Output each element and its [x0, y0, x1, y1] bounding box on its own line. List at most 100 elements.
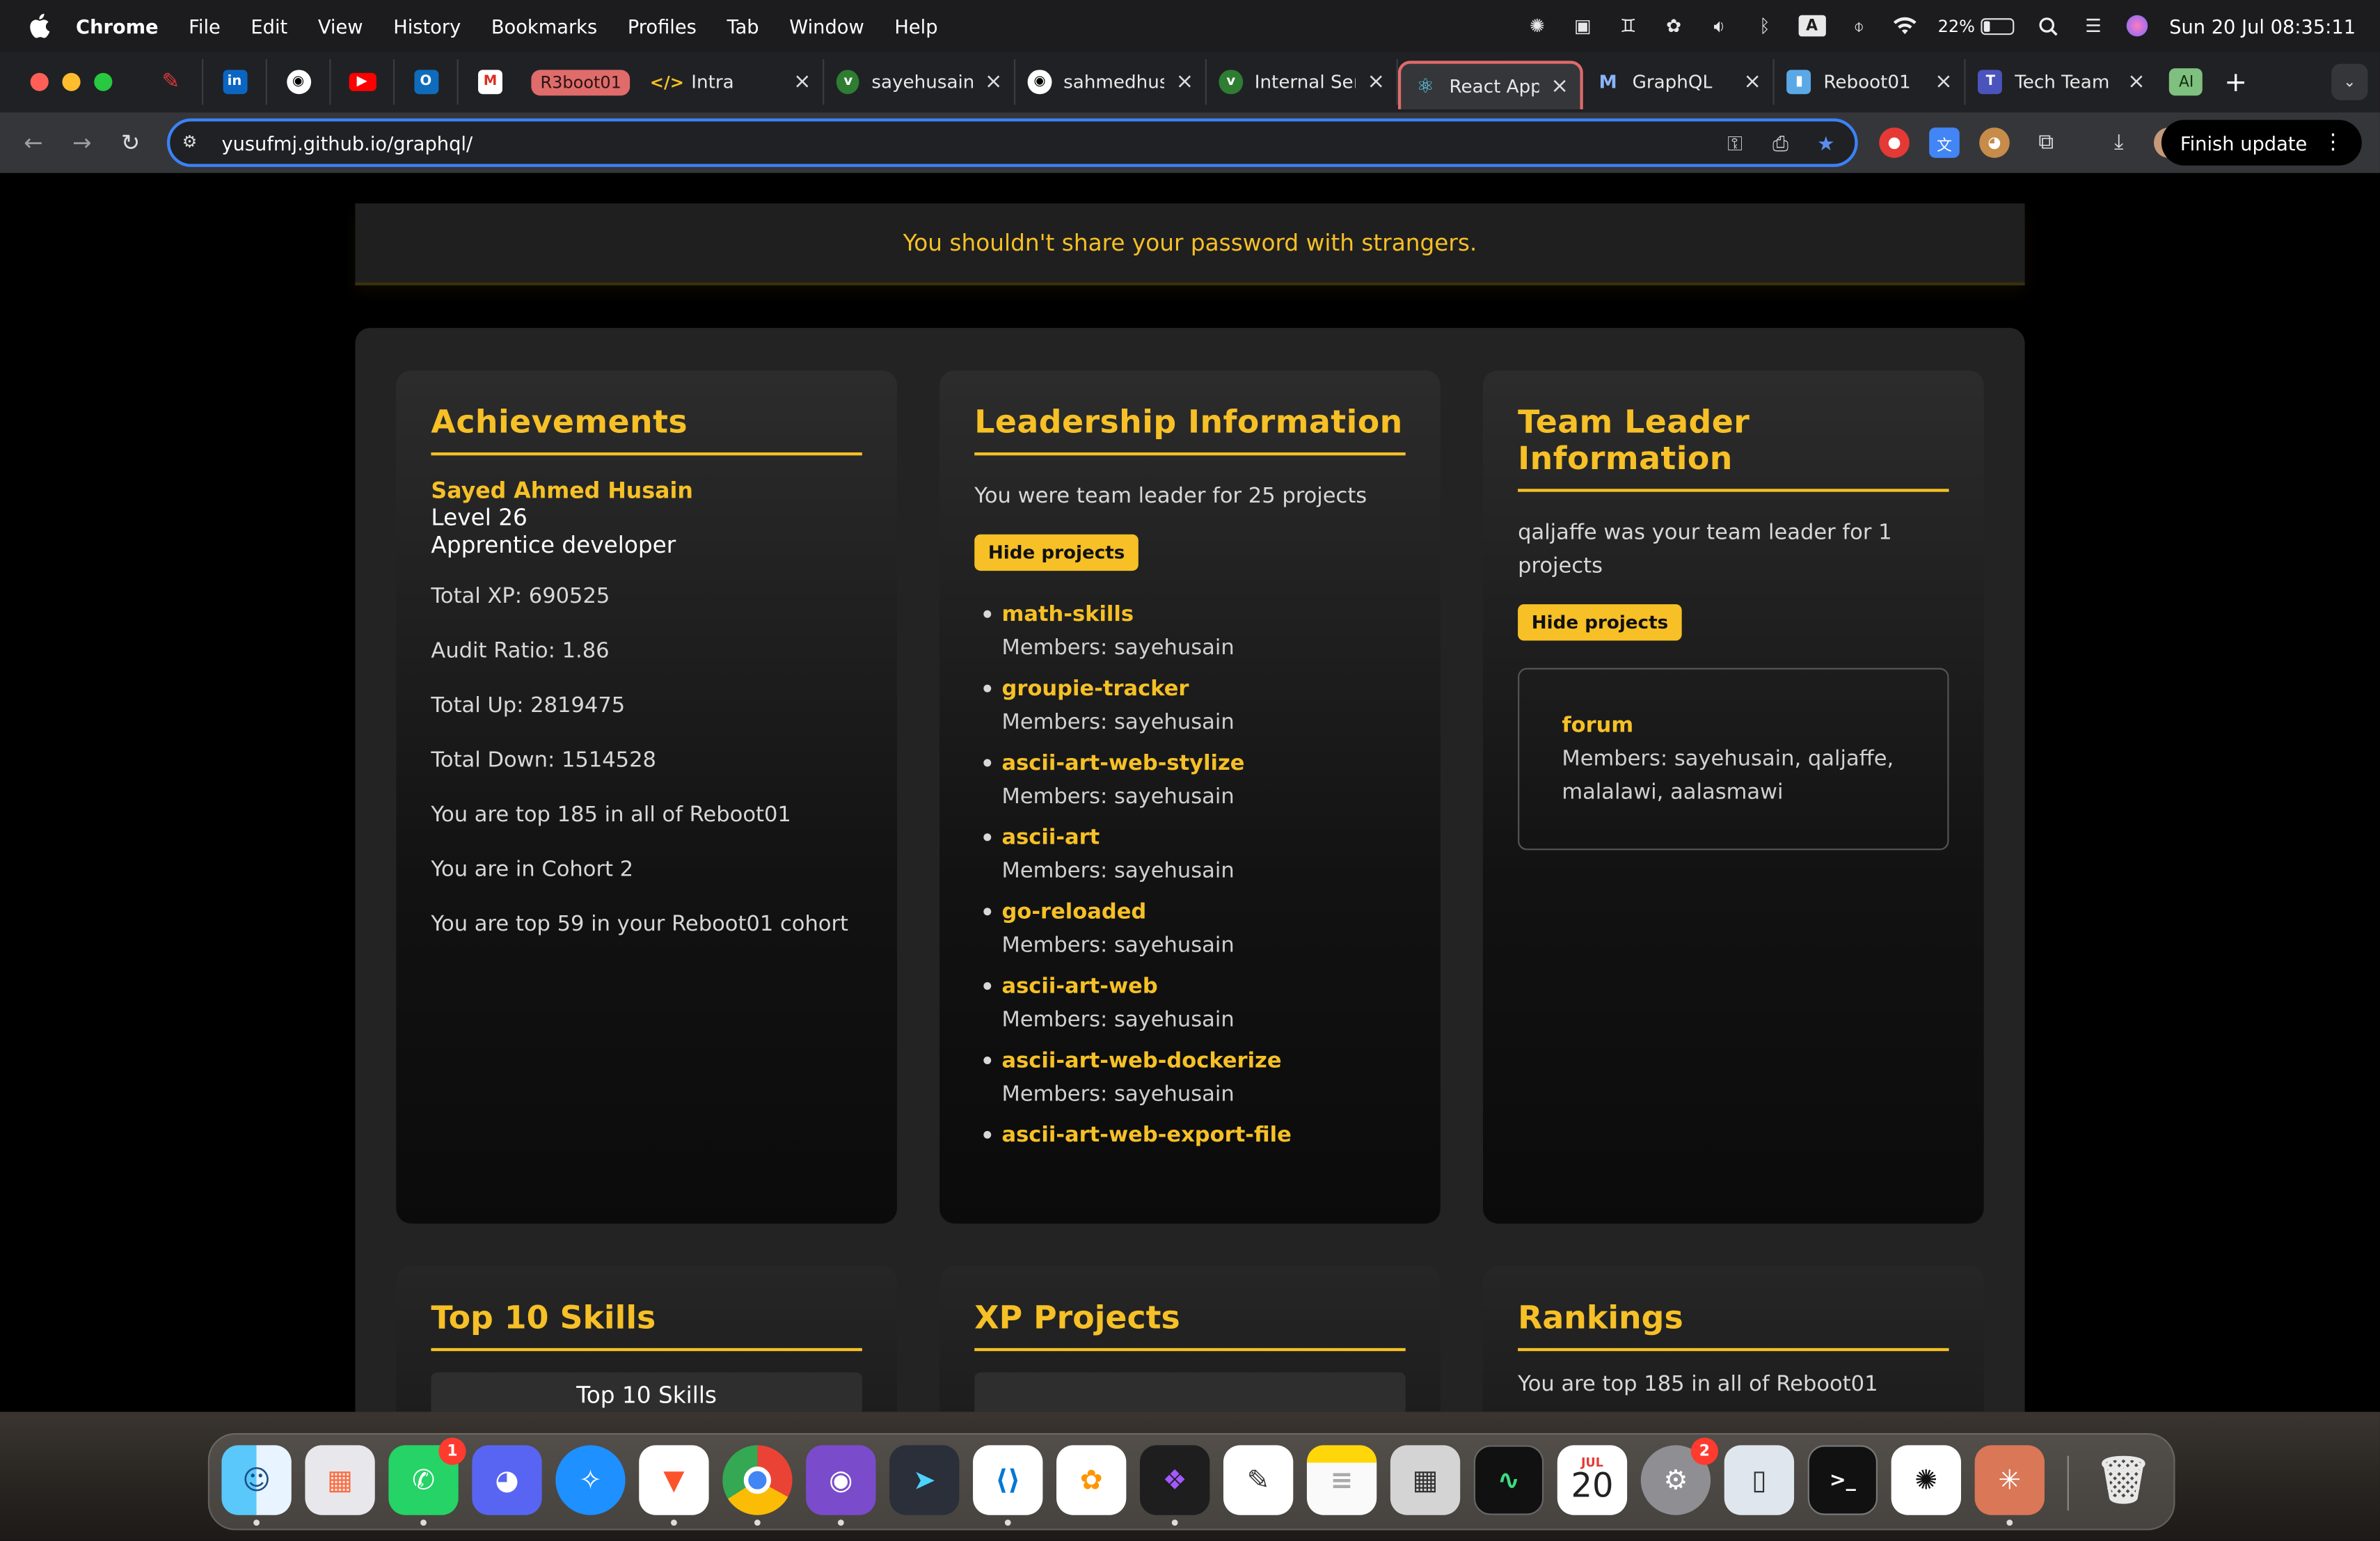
menu-tab[interactable]: Tab — [727, 15, 759, 38]
figma-icon[interactable]: ❖ — [1140, 1445, 1210, 1526]
brave-icon[interactable]: ▼ — [639, 1445, 709, 1526]
tab-sahmedhus[interactable]: ◉ sahmedhus × — [1016, 59, 1207, 105]
top-skills-card: Top 10 Skills Top 10 Skills — [396, 1266, 898, 1412]
list-item: groupie-tracker Members: sayehusain — [983, 672, 1405, 739]
input-source-icon[interactable]: A — [1798, 15, 1826, 37]
close-tab-icon[interactable]: × — [1367, 70, 1385, 94]
menu-window[interactable]: Window — [789, 15, 864, 38]
freeform-icon[interactable]: ✎ — [1223, 1445, 1294, 1515]
tab-internal-ser[interactable]: v Internal Ser × — [1207, 59, 1399, 105]
cookie-icon[interactable]: ◕ — [1979, 127, 2010, 158]
prompt-icon[interactable]: ➤ — [889, 1445, 960, 1515]
site-info-icon[interactable]: ⚙ — [182, 132, 204, 154]
activity-monitor-icon[interactable]: ∿ — [1473, 1445, 1544, 1515]
tab-react-app[interactable]: ⚛ React App × — [1398, 61, 1584, 110]
finish-update-button[interactable]: Finish update ⋮ — [2161, 120, 2362, 166]
siri-icon[interactable] — [2127, 15, 2148, 37]
discord-icon[interactable]: ◕ — [472, 1445, 542, 1515]
reload-icon[interactable]: ↻ — [116, 127, 146, 158]
chrome-icon[interactable] — [722, 1445, 793, 1526]
download-icon[interactable]: ⤓ — [2104, 127, 2134, 158]
ai-tab-group[interactable]: AI — [2169, 68, 2203, 96]
terminal-icon[interactable]: >_ — [1807, 1445, 1878, 1515]
pinned-tab-pen[interactable]: ✎ — [140, 59, 204, 105]
close-tab-icon[interactable]: × — [985, 70, 1003, 94]
github-icon: ◉ — [286, 70, 311, 95]
close-tab-icon[interactable]: × — [1935, 70, 1953, 94]
key-icon[interactable]: ⚿ — [1721, 131, 1748, 158]
close-tab-icon[interactable]: × — [1550, 74, 1569, 99]
clock[interactable]: Sun 20 Jul 08:35:11 — [2169, 15, 2356, 38]
install-app-icon[interactable]: ⎙ — [1767, 131, 1794, 158]
bluetooth-icon[interactable]: ᛒ — [1753, 15, 1777, 37]
openai-menubar-icon[interactable]: ✿ — [1662, 15, 1686, 37]
drive-icon[interactable]: ▣ — [1571, 15, 1595, 37]
menu-app-name[interactable]: Chrome — [76, 15, 158, 38]
menu-view[interactable]: View — [318, 15, 363, 38]
safari-icon[interactable]: ✧ — [555, 1445, 626, 1515]
simulator-icon[interactable]: ▯ — [1724, 1445, 1795, 1515]
tab-tech-team[interactable]: T Tech Team × — [1966, 59, 2157, 104]
tab-group-label[interactable]: R3boot01 — [531, 69, 631, 95]
project-members: Members: sayehusain, qaljaffe, malalawi,… — [1562, 747, 1894, 805]
chatgpt-icon[interactable]: ✺ — [1891, 1445, 1961, 1515]
volume-icon[interactable]: 🔉︎ — [1707, 15, 1731, 37]
system-settings-icon[interactable]: ⚙ 2 — [1640, 1437, 1719, 1515]
menu-profiles[interactable]: Profiles — [628, 15, 697, 38]
pinned-tab-outlook[interactable]: O — [395, 59, 459, 105]
claude-icon[interactable]: ✳ — [1974, 1445, 2045, 1526]
menu-edit[interactable]: Edit — [251, 15, 287, 38]
launchpad-icon[interactable]: ▦ — [305, 1445, 375, 1515]
battery-indicator[interactable]: 22% — [1938, 16, 2015, 35]
menu-history[interactable]: History — [393, 15, 461, 38]
notes-icon[interactable]: ≡ — [1306, 1445, 1377, 1515]
close-tab-icon[interactable]: × — [2127, 70, 2145, 94]
minimize-window-button[interactable] — [62, 72, 81, 91]
hide-projects-button[interactable]: Hide projects — [974, 534, 1139, 571]
airpods-icon[interactable]: ♊ — [1616, 15, 1640, 37]
pinned-tab-youtube[interactable]: ▶ — [331, 59, 395, 105]
pinned-tab-linkedin[interactable]: in — [203, 59, 267, 105]
calendar-icon[interactable]: JUL 20 — [1557, 1445, 1628, 1515]
extensions-puzzle-icon[interactable]: ⧉ — [2031, 127, 2061, 158]
menu-help[interactable]: Help — [894, 15, 937, 38]
finder-icon[interactable]: ☺ — [221, 1445, 292, 1526]
tab-title: Reboot01 — [1823, 71, 1911, 93]
tab-graphql[interactable]: M GraphQL × — [1584, 59, 1775, 105]
tab-intra[interactable]: </> Intra × — [642, 59, 825, 105]
hide-projects-button[interactable]: Hide projects — [1518, 604, 1682, 641]
tab-reboot01[interactable]: ▮ Reboot01 × — [1775, 59, 1967, 105]
close-tab-icon[interactable]: × — [1743, 70, 1761, 94]
tab-title: React App — [1449, 76, 1539, 97]
close-tab-icon[interactable]: × — [1176, 70, 1194, 94]
pinned-tab-github[interactable]: ◉ — [267, 59, 331, 105]
photos-icon[interactable]: ✿ — [1056, 1445, 1127, 1515]
translate-icon[interactable]: 文 — [1929, 127, 1960, 158]
paperclip-icon[interactable]: ⌽ — [1847, 15, 1871, 37]
url-input[interactable] — [221, 131, 1588, 155]
wifi-icon[interactable] — [1892, 15, 1917, 37]
apple-icon[interactable] — [27, 13, 51, 38]
github-desktop-icon[interactable]: ◉ — [806, 1445, 876, 1526]
search-icon[interactable] — [2036, 15, 2060, 37]
control-center-icon[interactable]: ☰ — [2081, 15, 2106, 37]
zoom-window-button[interactable] — [94, 72, 113, 91]
menu-file[interactable]: File — [189, 15, 221, 38]
close-tab-icon[interactable]: × — [793, 70, 811, 94]
new-tab-button[interactable]: + — [2224, 66, 2247, 98]
trash-icon[interactable]: 🗑︎ — [2088, 1445, 2158, 1515]
back-icon[interactable]: ← — [18, 127, 49, 158]
forward-icon[interactable]: → — [67, 127, 97, 158]
menu-bookmarks[interactable]: Bookmarks — [491, 15, 597, 38]
sparkle-icon[interactable]: ✺ — [1525, 15, 1549, 37]
extension-red-icon[interactable]: ● — [1879, 127, 1910, 158]
pinned-tab-gmail[interactable]: M — [459, 59, 523, 104]
bookmark-star-icon[interactable]: ★ — [1812, 131, 1839, 158]
tab-sayehusain[interactable]: v sayehusain/ × — [825, 59, 1017, 105]
calculator-icon[interactable]: ▦ — [1390, 1445, 1461, 1515]
vscode-icon[interactable]: ⟨⟩ — [973, 1445, 1043, 1526]
address-bar[interactable]: ⚙ ⚿ ⎙ ★ — [166, 118, 1858, 167]
tab-search-icon[interactable]: ⌄ — [2331, 63, 2368, 100]
close-window-button[interactable] — [30, 72, 49, 91]
whatsapp-icon[interactable]: ✆ 1 — [388, 1437, 466, 1526]
